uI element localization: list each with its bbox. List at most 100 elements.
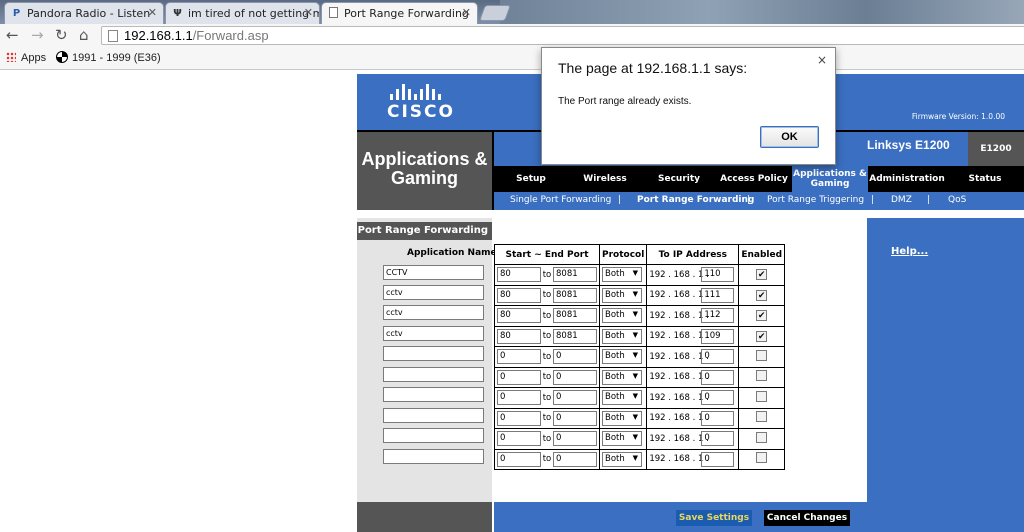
enabled-checkbox[interactable]: ✔ bbox=[756, 310, 768, 322]
protocol-cell: Both ▼ bbox=[598, 366, 648, 388]
protocol-value: Both bbox=[605, 330, 625, 341]
end-port-input[interactable]: 8081 bbox=[553, 267, 597, 283]
forward-arrow-icon[interactable]: → bbox=[31, 26, 44, 44]
save-settings-button[interactable]: Save Settings bbox=[676, 510, 752, 526]
start-port-input[interactable]: 80 bbox=[497, 328, 541, 344]
subnav-port-range-forwarding[interactable]: Port Range Forwarding bbox=[637, 195, 754, 205]
end-port-input[interactable]: 8081 bbox=[553, 308, 597, 324]
enabled-checkbox[interactable] bbox=[756, 370, 768, 382]
app-name-input[interactable] bbox=[383, 408, 484, 423]
bookmark-apps[interactable]: Apps bbox=[6, 50, 46, 66]
protocol-select[interactable]: Both ▼ bbox=[602, 308, 642, 324]
enabled-checkbox[interactable] bbox=[756, 452, 768, 464]
enabled-checkbox[interactable] bbox=[756, 390, 768, 402]
ip-last-octet-input[interactable]: 0 bbox=[701, 369, 735, 385]
protocol-select[interactable]: Both ▼ bbox=[602, 390, 642, 406]
tab-forum[interactable]: Ψ im tired of not getting mi ✕ bbox=[165, 2, 320, 24]
end-port-input[interactable]: 8081 bbox=[553, 287, 597, 303]
start-port-input[interactable]: 0 bbox=[497, 451, 541, 467]
home-icon[interactable]: ⌂ bbox=[79, 26, 89, 44]
app-name-input[interactable]: cctv bbox=[383, 305, 484, 320]
ip-last-octet-input[interactable]: 0 bbox=[701, 431, 735, 447]
help-link[interactable]: Help... bbox=[891, 246, 928, 257]
nav-access-policy[interactable]: Access Policy bbox=[716, 166, 792, 192]
nav-applications-gaming[interactable]: Applications & Gaming bbox=[792, 166, 868, 192]
app-name-input[interactable] bbox=[383, 387, 484, 402]
start-port-input[interactable]: 0 bbox=[497, 349, 541, 365]
cancel-changes-button[interactable]: Cancel Changes bbox=[764, 510, 850, 526]
header-ip: To IP Address bbox=[646, 244, 740, 265]
protocol-select[interactable]: Both ▼ bbox=[602, 349, 642, 365]
ip-last-octet-input[interactable]: 0 bbox=[701, 451, 735, 467]
enabled-checkbox[interactable]: ✔ bbox=[756, 289, 768, 301]
ip-last-octet-input[interactable]: 112 bbox=[701, 308, 735, 324]
ok-button[interactable]: OK bbox=[760, 126, 819, 148]
start-port-input[interactable]: 80 bbox=[497, 287, 541, 303]
close-tab-icon[interactable]: ✕ bbox=[304, 6, 313, 19]
bmw-logo-icon bbox=[56, 51, 68, 63]
enabled-checkbox[interactable]: ✔ bbox=[756, 330, 768, 342]
ip-last-octet-input[interactable]: 111 bbox=[701, 287, 735, 303]
address-bar[interactable]: 192.168.1.1/Forward.asp bbox=[101, 26, 1024, 45]
app-name-input[interactable] bbox=[383, 367, 484, 382]
app-name-input[interactable]: cctv bbox=[383, 326, 484, 341]
start-port-input[interactable]: 0 bbox=[497, 369, 541, 385]
reload-icon[interactable]: ↻ bbox=[55, 26, 68, 44]
tab-port-range-forwarding[interactable]: Port Range Forwarding ✕ bbox=[321, 2, 478, 24]
bookmark-e36[interactable]: 1991 - 1999 (E36) bbox=[56, 50, 161, 66]
protocol-select[interactable]: Both ▼ bbox=[602, 410, 642, 426]
nav-setup[interactable]: Setup bbox=[494, 166, 568, 192]
subnav-qos[interactable]: QoS bbox=[948, 195, 966, 205]
enabled-checkbox[interactable] bbox=[756, 349, 768, 361]
subnav-single-port-forwarding[interactable]: Single Port Forwarding bbox=[510, 195, 611, 205]
protocol-select[interactable]: Both ▼ bbox=[602, 328, 642, 344]
protocol-select[interactable]: Both ▼ bbox=[602, 287, 642, 303]
app-name-input[interactable] bbox=[383, 428, 484, 443]
end-port-input[interactable]: 8081 bbox=[553, 328, 597, 344]
end-port-input[interactable]: 0 bbox=[553, 451, 597, 467]
ip-last-octet-input[interactable]: 0 bbox=[701, 349, 735, 365]
table-row: 0 to 0 Both ▼ 192 . 168 . 1 .0 bbox=[494, 448, 786, 470]
end-port-input[interactable]: 0 bbox=[553, 369, 597, 385]
nav-wireless[interactable]: Wireless bbox=[568, 166, 642, 192]
protocol-select[interactable]: Both ▼ bbox=[602, 369, 642, 385]
enabled-checkbox[interactable] bbox=[756, 411, 768, 423]
section-heading: Port Range Forwarding bbox=[357, 222, 492, 240]
close-tab-icon[interactable]: ✕ bbox=[148, 6, 157, 19]
end-port-input[interactable]: 0 bbox=[553, 390, 597, 406]
start-port-input[interactable]: 80 bbox=[497, 308, 541, 324]
end-port-input[interactable]: 0 bbox=[553, 431, 597, 447]
start-port-input[interactable]: 0 bbox=[497, 410, 541, 426]
subnav-port-range-triggering[interactable]: Port Range Triggering bbox=[767, 195, 864, 205]
ip-cell: 192 . 168 . 1 .110 bbox=[646, 264, 740, 286]
close-tab-icon[interactable]: ✕ bbox=[462, 6, 471, 19]
nav-administration[interactable]: Administration bbox=[868, 166, 946, 192]
protocol-select[interactable]: Both ▼ bbox=[602, 267, 642, 283]
app-name-input[interactable]: CCTV bbox=[383, 265, 484, 280]
protocol-select[interactable]: Both ▼ bbox=[602, 431, 642, 447]
enabled-checkbox[interactable] bbox=[756, 431, 768, 443]
start-port-input[interactable]: 80 bbox=[497, 267, 541, 283]
ip-last-octet-input[interactable]: 109 bbox=[701, 328, 735, 344]
back-arrow-icon[interactable]: ← bbox=[6, 26, 19, 44]
ip-last-octet-input[interactable]: 0 bbox=[701, 390, 735, 406]
protocol-select[interactable]: Both ▼ bbox=[602, 451, 642, 467]
protocol-cell: Both ▼ bbox=[598, 284, 648, 306]
start-port-input[interactable]: 0 bbox=[497, 431, 541, 447]
app-name-input[interactable] bbox=[383, 449, 484, 464]
end-port-input[interactable]: 0 bbox=[553, 349, 597, 365]
nav-status[interactable]: Status bbox=[946, 166, 1024, 192]
app-name-input[interactable] bbox=[383, 346, 484, 361]
close-icon[interactable]: × bbox=[817, 53, 827, 67]
nav-security[interactable]: Security bbox=[642, 166, 716, 192]
app-name-input[interactable]: cctv bbox=[383, 285, 484, 300]
enabled-checkbox[interactable]: ✔ bbox=[756, 269, 768, 281]
ip-last-octet-input[interactable]: 0 bbox=[701, 410, 735, 426]
ip-prefix: 192 . 168 . 1 . bbox=[649, 433, 709, 444]
end-port-input[interactable]: 0 bbox=[553, 410, 597, 426]
tab-pandora[interactable]: P Pandora Radio - Listen ✕ bbox=[4, 2, 164, 24]
subnav-dmz[interactable]: DMZ bbox=[891, 195, 912, 205]
cisco-bars-icon bbox=[390, 84, 455, 100]
ip-last-octet-input[interactable]: 110 bbox=[701, 267, 735, 283]
start-port-input[interactable]: 0 bbox=[497, 390, 541, 406]
